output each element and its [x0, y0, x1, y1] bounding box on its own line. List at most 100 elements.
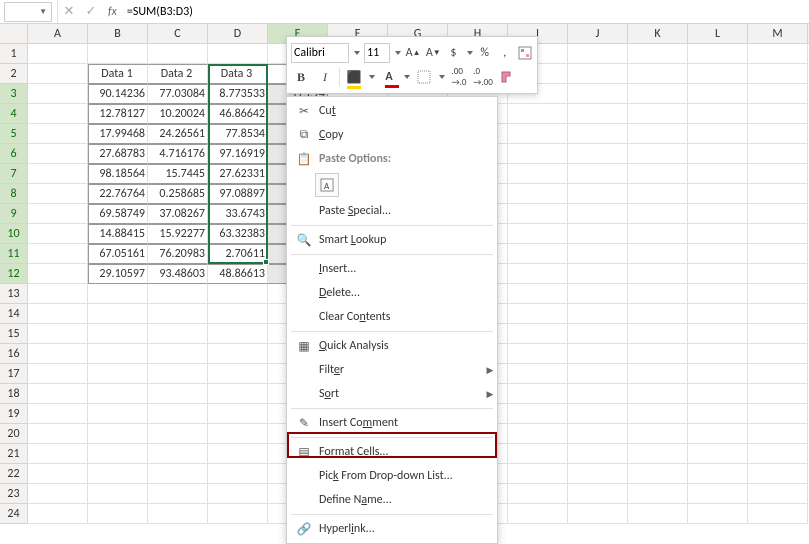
- cell[interactable]: [748, 504, 808, 524]
- menu-hyperlink[interactable]: 🔗Hyperlink...: [287, 517, 497, 541]
- cell[interactable]: [628, 384, 688, 404]
- cell[interactable]: 93.48603: [148, 264, 208, 284]
- format-painter-icon[interactable]: [497, 67, 517, 87]
- column-header[interactable]: L: [688, 24, 748, 43]
- cell[interactable]: [748, 404, 808, 424]
- cell[interactable]: [208, 344, 268, 364]
- cell[interactable]: [748, 444, 808, 464]
- cell[interactable]: [148, 484, 208, 504]
- cell[interactable]: [688, 464, 748, 484]
- cell[interactable]: [748, 44, 808, 64]
- comma-style-icon[interactable]: ,: [497, 43, 513, 63]
- column-header[interactable]: B: [88, 24, 148, 43]
- cell[interactable]: [508, 424, 568, 444]
- cancel-formula-icon[interactable]: ✕: [58, 4, 80, 19]
- font-name-input[interactable]: [291, 43, 349, 63]
- cell[interactable]: 97.08897: [208, 184, 268, 204]
- cell[interactable]: [688, 204, 748, 224]
- cell[interactable]: [568, 304, 628, 324]
- cell[interactable]: [28, 364, 88, 384]
- cell[interactable]: 8.773533: [208, 84, 268, 104]
- font-size-input[interactable]: [364, 43, 390, 63]
- decrease-decimal-icon[interactable]: .0→.00: [473, 67, 493, 87]
- cell[interactable]: [88, 504, 148, 524]
- cell[interactable]: 15.92277: [148, 224, 208, 244]
- column-header[interactable]: J: [568, 24, 628, 43]
- cell[interactable]: 97.16919: [208, 144, 268, 164]
- cell[interactable]: [628, 484, 688, 504]
- cell[interactable]: [748, 304, 808, 324]
- cell[interactable]: [628, 244, 688, 264]
- cell[interactable]: [28, 444, 88, 464]
- cell[interactable]: [508, 324, 568, 344]
- cell[interactable]: [508, 344, 568, 364]
- cell[interactable]: [628, 304, 688, 324]
- cell[interactable]: [628, 464, 688, 484]
- cell[interactable]: [28, 204, 88, 224]
- cell[interactable]: [28, 144, 88, 164]
- cell[interactable]: [28, 244, 88, 264]
- enter-formula-icon[interactable]: ✓: [80, 4, 102, 19]
- cell[interactable]: [628, 44, 688, 64]
- cell[interactable]: [88, 424, 148, 444]
- row-header[interactable]: 23: [0, 484, 28, 504]
- cell[interactable]: 48.86613: [208, 264, 268, 284]
- row-header[interactable]: 21: [0, 444, 28, 464]
- cell[interactable]: [148, 424, 208, 444]
- bold-icon[interactable]: B: [291, 67, 311, 87]
- row-header[interactable]: 2: [0, 64, 28, 84]
- cell[interactable]: [148, 284, 208, 304]
- cell[interactable]: [628, 424, 688, 444]
- cell[interactable]: [208, 44, 268, 64]
- cell[interactable]: Data 3: [208, 64, 268, 84]
- currency-icon[interactable]: $: [445, 43, 461, 63]
- font-color-icon[interactable]: A: [379, 67, 399, 87]
- chevron-down-icon[interactable]: [353, 46, 360, 60]
- cell[interactable]: [688, 104, 748, 124]
- fill-color-icon[interactable]: ⬛: [344, 67, 364, 87]
- row-header[interactable]: 10: [0, 224, 28, 244]
- cell[interactable]: [688, 64, 748, 84]
- cell[interactable]: [148, 324, 208, 344]
- cell[interactable]: [208, 464, 268, 484]
- cell[interactable]: [748, 64, 808, 84]
- column-header[interactable]: C: [148, 24, 208, 43]
- cell[interactable]: [748, 264, 808, 284]
- cell[interactable]: [28, 284, 88, 304]
- cell[interactable]: 0.258685: [148, 184, 208, 204]
- cell[interactable]: [88, 364, 148, 384]
- cell[interactable]: 69.58749: [88, 204, 148, 224]
- cell[interactable]: [28, 164, 88, 184]
- row-header[interactable]: 12: [0, 264, 28, 284]
- cell[interactable]: [628, 204, 688, 224]
- cell[interactable]: [208, 424, 268, 444]
- cell[interactable]: [568, 224, 628, 244]
- cell[interactable]: [508, 464, 568, 484]
- cell[interactable]: [568, 164, 628, 184]
- menu-copy[interactable]: ⧉Copy: [287, 123, 497, 147]
- cell[interactable]: [28, 64, 88, 84]
- cell[interactable]: [748, 204, 808, 224]
- row-header[interactable]: 24: [0, 504, 28, 524]
- cell[interactable]: 4.716176: [148, 144, 208, 164]
- cell[interactable]: [628, 404, 688, 424]
- cell[interactable]: 24.26561: [148, 124, 208, 144]
- cell[interactable]: [748, 244, 808, 264]
- cell[interactable]: [748, 284, 808, 304]
- cell[interactable]: 14.88415: [88, 224, 148, 244]
- cell[interactable]: [748, 324, 808, 344]
- chevron-down-icon[interactable]: ▼: [39, 7, 47, 17]
- cell[interactable]: [688, 344, 748, 364]
- cell[interactable]: 27.62331: [208, 164, 268, 184]
- row-header[interactable]: 22: [0, 464, 28, 484]
- cell[interactable]: [28, 404, 88, 424]
- cell[interactable]: [28, 124, 88, 144]
- row-header[interactable]: 18: [0, 384, 28, 404]
- cell[interactable]: [508, 124, 568, 144]
- cell[interactable]: [208, 284, 268, 304]
- cell[interactable]: [508, 304, 568, 324]
- cell[interactable]: [628, 124, 688, 144]
- cell[interactable]: [28, 304, 88, 324]
- menu-insert-comment[interactable]: ✎Insert Comment: [287, 411, 497, 435]
- cell[interactable]: [148, 384, 208, 404]
